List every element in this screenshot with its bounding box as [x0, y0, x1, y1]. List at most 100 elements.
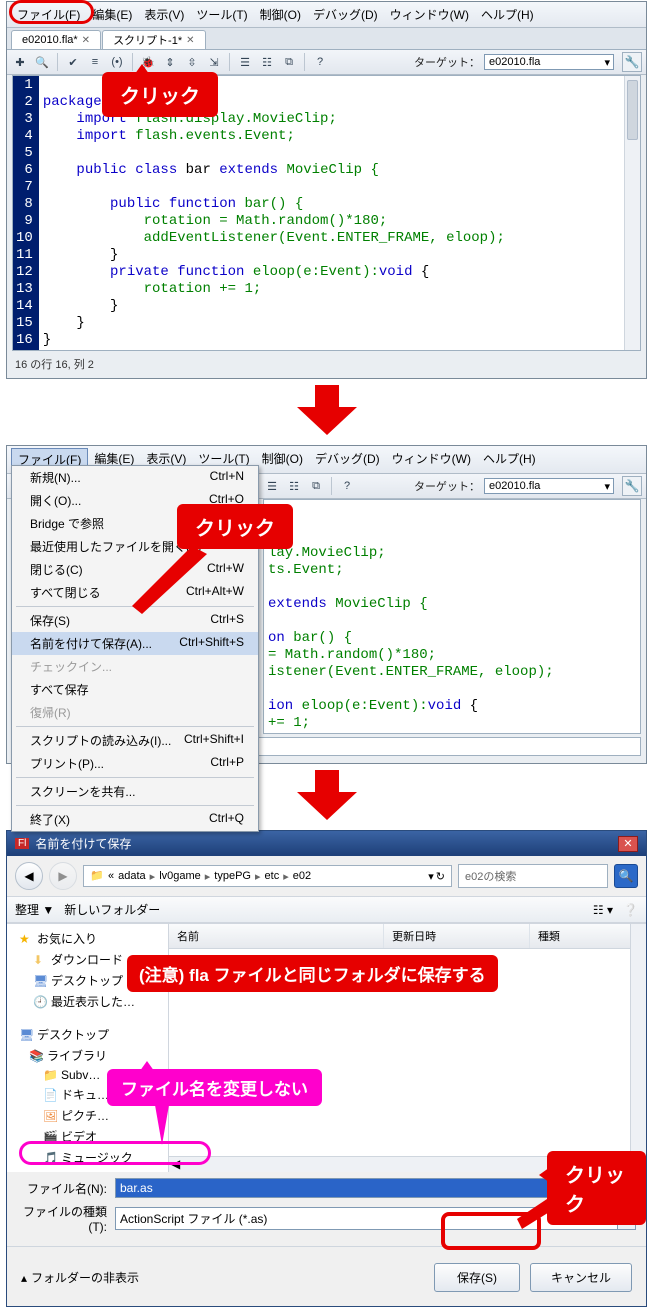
comment-icon[interactable]: ☰: [236, 53, 254, 71]
newfolder-button[interactable]: 新しいフォルダー: [64, 901, 160, 918]
tree-pict[interactable]: ピクチ…: [61, 1107, 109, 1124]
close-icon[interactable]: ✕: [82, 35, 90, 46]
hide-folders-button[interactable]: ▴フォルダーの非表示: [21, 1269, 139, 1286]
cancel-button[interactable]: キャンセル: [530, 1263, 632, 1292]
tree-recent[interactable]: 最近表示した…: [51, 993, 135, 1010]
expand2-icon[interactable]: ⇲: [205, 53, 223, 71]
folder-icon: 📁: [90, 869, 104, 883]
chevron-down-icon: ▾: [604, 480, 610, 493]
organize-button[interactable]: 整理 ▼: [15, 901, 54, 918]
wrench-icon[interactable]: 🔧: [622, 52, 642, 72]
menu-debug[interactable]: デバッグ(D): [307, 4, 384, 25]
col-type[interactable]: 種類: [530, 924, 646, 948]
tree-desktop[interactable]: デスクトップ: [51, 972, 123, 989]
file-saveall[interactable]: すべて保存: [12, 678, 258, 701]
file-new[interactable]: 新規(N)...Ctrl+N: [12, 466, 258, 489]
target-select[interactable]: e02010.fla▾: [484, 54, 614, 70]
v-scrollbar[interactable]: [630, 924, 646, 1172]
script-toolbar: ✚ 🔍 ✔ ≡ (•) 🐞 ⇕ ⇳ ⇲ ☰ ☷ ⧉ ? ターゲット： e0201…: [7, 50, 646, 75]
status-bar: 16 の行 16, 列 2: [7, 354, 646, 374]
menu-file[interactable]: ファイル(F): [11, 4, 86, 25]
back-button[interactable]: ◀: [15, 862, 43, 890]
menu-tools[interactable]: ツール(T): [190, 4, 253, 25]
help-icon[interactable]: ?: [311, 53, 329, 71]
separator: [229, 53, 230, 71]
target-label: ターゲット：: [414, 54, 480, 70]
file-saveas[interactable]: 名前を付けて保存(A)...Ctrl+Shift+S: [12, 632, 258, 655]
menu-window[interactable]: ウィンドウ(W): [384, 4, 475, 25]
dialog-buttons: ▴フォルダーの非表示 保存(S) キャンセル: [7, 1253, 646, 1306]
menu-edit[interactable]: 編集(E): [86, 4, 138, 25]
tree-subv[interactable]: Subv…: [61, 1068, 100, 1082]
chevron-down-icon: ▾: [604, 56, 610, 69]
tree-doc[interactable]: ドキュ…: [61, 1086, 109, 1103]
breadcrumb-seg[interactable]: typePG: [214, 870, 251, 882]
desktop-icon: 🖥: [33, 974, 47, 988]
refresh-icon[interactable]: ↻: [436, 870, 445, 883]
callout-click: クリック: [177, 504, 293, 549]
col-name[interactable]: 名前: [169, 924, 384, 948]
tree-download[interactable]: ダウンロード: [51, 951, 123, 968]
save-button[interactable]: 保存(S): [434, 1263, 520, 1292]
tree-favorites[interactable]: お気に入り: [37, 930, 97, 947]
arrow-down-icon: [297, 770, 357, 820]
check-icon[interactable]: ✔: [64, 53, 82, 71]
search-input[interactable]: e02の検索: [458, 864, 608, 888]
tab-label: e02010.fla*: [22, 34, 78, 46]
wrench-icon[interactable]: 🔧: [622, 476, 642, 496]
col-date[interactable]: 更新日時: [384, 924, 530, 948]
add-icon[interactable]: ✚: [11, 53, 29, 71]
chevron-down-icon[interactable]: ▾: [428, 870, 434, 883]
target-select[interactable]: e02010.fla▾: [484, 478, 614, 494]
help-icon[interactable]: ❔: [623, 903, 638, 917]
scrollbar[interactable]: [624, 76, 640, 350]
tree-video[interactable]: ビデオ: [61, 1128, 97, 1145]
tree-desktop2[interactable]: デスクトップ: [37, 1026, 109, 1043]
breadcrumb-seg[interactable]: etc: [265, 870, 280, 882]
expand-icon[interactable]: ⇳: [183, 53, 201, 71]
menu-window[interactable]: ウィンドウ(W): [386, 448, 477, 471]
collapse-icon[interactable]: ⇕: [161, 53, 179, 71]
forward-button: ▶: [49, 862, 77, 890]
tab-label: スクリプト-1*: [113, 32, 182, 48]
view-icon[interactable]: ☷ ▾: [593, 903, 613, 917]
breadcrumb[interactable]: 📁 « adata▸ lv0game▸ typePG▸ etc▸ e02 ▾↻: [83, 865, 452, 887]
menu-debug[interactable]: デバッグ(D): [309, 448, 386, 471]
find-icon[interactable]: 🔍: [33, 53, 51, 71]
breadcrumb-seg[interactable]: e02: [293, 870, 311, 882]
hint-icon[interactable]: (•): [108, 53, 126, 71]
close-icon[interactable]: ✕: [186, 35, 194, 46]
callout-note: (注意) fla ファイルと同じフォルダに保存する: [127, 955, 498, 992]
options-icon[interactable]: ⧉: [280, 53, 298, 71]
file-exit[interactable]: 終了(X)Ctrl+Q: [12, 808, 258, 831]
scroll-thumb[interactable]: [627, 80, 638, 140]
menu-control[interactable]: 制御(O): [254, 4, 307, 25]
code-editor[interactable]: lay.MovieClip; ts.Event; extends MovieCl…: [263, 499, 641, 734]
callout-tail: [132, 546, 212, 616]
breadcrumb-seg[interactable]: lv0game: [159, 870, 201, 882]
file-readscript[interactable]: スクリプトの読み込み(I)...Ctrl+Shift+I: [12, 729, 258, 752]
callout-click: クリック: [102, 72, 218, 117]
file-share[interactable]: スクリーンを共有...: [12, 780, 258, 803]
breadcrumb-seg[interactable]: adata: [118, 870, 146, 882]
uncomment-icon[interactable]: ☷: [285, 477, 303, 495]
tab-fla[interactable]: e02010.fla* ✕: [11, 30, 101, 49]
menu-control[interactable]: 制御(O): [256, 448, 309, 471]
menu-view[interactable]: 表示(V): [138, 4, 190, 25]
close-button[interactable]: ✕: [618, 836, 638, 852]
menu-help[interactable]: ヘルプ(H): [477, 448, 542, 471]
code-area[interactable]: lay.MovieClip; ts.Event; extends MovieCl…: [264, 500, 640, 733]
file-revert: 復帰(R): [12, 701, 258, 724]
help-icon[interactable]: ?: [338, 477, 356, 495]
search-button[interactable]: 🔍: [614, 864, 638, 888]
file-print[interactable]: プリント(P)...Ctrl+P: [12, 752, 258, 775]
tab-script[interactable]: スクリプト-1* ✕: [102, 30, 205, 49]
options-icon[interactable]: ⧉: [307, 477, 325, 495]
format-icon[interactable]: ≡: [86, 53, 104, 71]
comment-icon[interactable]: ☰: [263, 477, 281, 495]
menu-help[interactable]: ヘルプ(H): [475, 4, 540, 25]
uncomment-icon[interactable]: ☷: [258, 53, 276, 71]
tree-library[interactable]: ライブラリ: [47, 1047, 107, 1064]
code-area[interactable]: package { import flash.display.MovieClip…: [39, 76, 640, 350]
tree-music[interactable]: ミュージック: [61, 1149, 133, 1166]
